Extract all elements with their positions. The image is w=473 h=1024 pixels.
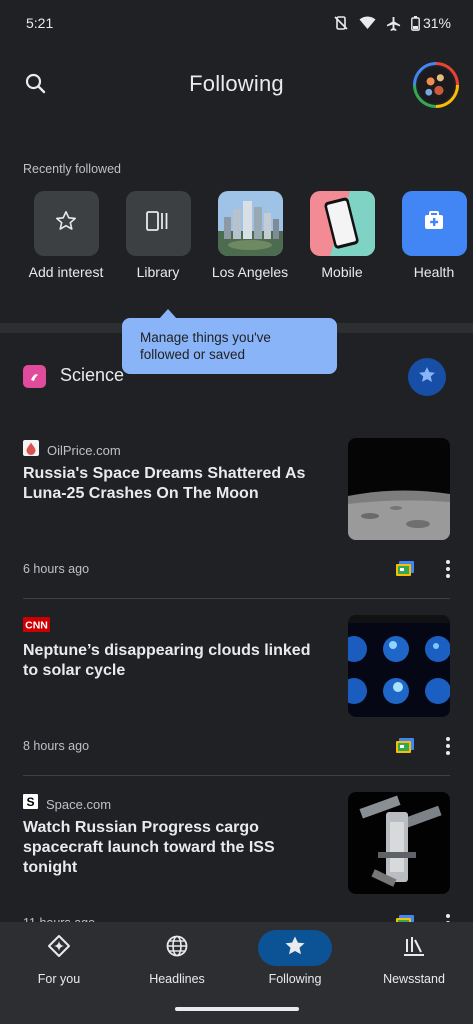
more-options-button[interactable] [438, 556, 458, 582]
sparkle-icon [47, 934, 71, 963]
app-bar: Following [0, 56, 473, 112]
article-headline[interactable]: Watch Russian Progress cargo spacecraft … [23, 818, 323, 878]
status-bar: 5:21 31% [0, 0, 473, 46]
article-source: CNN [23, 617, 50, 637]
status-icons: 31% [333, 15, 451, 31]
vibrate-off-icon [333, 15, 349, 31]
article-headline[interactable]: Russia's Space Dreams Shattered As Luna-… [23, 464, 323, 504]
page-title: Following [189, 71, 284, 96]
account-avatar[interactable] [413, 62, 459, 108]
add-interest-tile [33, 191, 99, 256]
mobile-photo [309, 191, 375, 256]
nav-label: Headlines [149, 972, 205, 986]
source-name: Space.com [46, 796, 112, 812]
medical-kit-icon [422, 209, 446, 238]
health-tile [401, 191, 467, 256]
battery-percent: 31% [422, 15, 451, 31]
nav-for-you[interactable]: For you [0, 930, 118, 986]
newsstand-icon [402, 934, 426, 963]
avatar-image [416, 65, 456, 105]
source-name: OilPrice.com [47, 443, 121, 458]
article-timestamp: 6 hours ago [23, 562, 90, 576]
recently-followed-label: Recently followed [23, 162, 121, 176]
article-thumbnail[interactable] [348, 615, 450, 717]
gesture-navigation-bar[interactable] [175, 1007, 299, 1011]
battery-icon [411, 15, 420, 31]
more-vert-icon [438, 737, 458, 763]
full-coverage-button[interactable] [393, 557, 417, 581]
article-source: S Space.com [23, 794, 111, 814]
svg-text:S: S [26, 795, 34, 809]
article-thumbnail[interactable] [348, 438, 450, 540]
nav-following[interactable]: Following [236, 930, 354, 986]
star-outline-icon [54, 209, 78, 238]
nav-icon-container [258, 930, 332, 966]
chip-library[interactable]: Library [112, 191, 204, 280]
chip-label: Los Angeles [211, 264, 289, 280]
article-source: OilPrice.com [23, 440, 121, 461]
nav-headlines[interactable]: Headlines [118, 930, 236, 986]
bottom-navigation: For you Headlines Following Newsstand [0, 922, 473, 1024]
library-icon [145, 209, 171, 238]
section-title: Science [60, 365, 125, 385]
article-divider [23, 598, 450, 599]
nav-icon-container [140, 930, 214, 966]
more-options-button[interactable] [438, 733, 458, 759]
star-icon [417, 365, 437, 390]
nav-icon-container [22, 930, 96, 966]
chip-los-angeles[interactable]: Los Angeles [204, 191, 296, 280]
battery-indicator: 31% [411, 15, 451, 31]
article-timestamp: 8 hours ago [23, 739, 90, 753]
chip-mobile[interactable]: Mobile [296, 191, 388, 280]
recently-followed-row: Add interest Library Los Angeles Mobile … [0, 191, 473, 291]
chip-add-interest[interactable]: Add interest [20, 191, 112, 280]
article-headline[interactable]: Neptune’s disappearing clouds linked to … [23, 641, 323, 681]
chip-label: Mobile [321, 264, 363, 280]
los-angeles-photo [217, 191, 283, 256]
library-tile [125, 191, 191, 256]
search-button[interactable] [22, 70, 50, 98]
nav-label: Newsstand [383, 972, 445, 986]
globe-icon [165, 934, 189, 963]
cnn-logo: CNN [23, 617, 50, 637]
full-coverage-icon [393, 738, 417, 762]
more-vert-icon [438, 560, 458, 586]
chip-label: Library [136, 264, 180, 280]
nav-label: For you [37, 972, 81, 986]
chip-label: Add interest [28, 264, 104, 280]
full-coverage-button[interactable] [393, 734, 417, 758]
science-icon [23, 365, 46, 388]
nav-newsstand[interactable]: Newsstand [355, 930, 473, 986]
airplane-icon [386, 16, 401, 31]
wifi-icon [359, 16, 376, 30]
article-divider [23, 775, 450, 776]
space-com-logo-icon: S [23, 794, 38, 814]
status-time: 5:21 [26, 15, 54, 31]
full-coverage-icon [393, 561, 417, 585]
cnn-logo-text: CNN [25, 620, 48, 632]
science-section-header: Science [0, 355, 473, 399]
nav-icon-container [377, 930, 451, 966]
nav-label: Following [268, 972, 322, 986]
article-thumbnail[interactable] [348, 792, 450, 894]
search-icon [22, 73, 50, 102]
chip-health[interactable]: Health [388, 191, 473, 280]
oilprice-logo-icon [23, 440, 39, 461]
follow-science-button[interactable] [408, 358, 446, 396]
chip-label: Health [413, 264, 455, 280]
star-icon [283, 934, 307, 963]
